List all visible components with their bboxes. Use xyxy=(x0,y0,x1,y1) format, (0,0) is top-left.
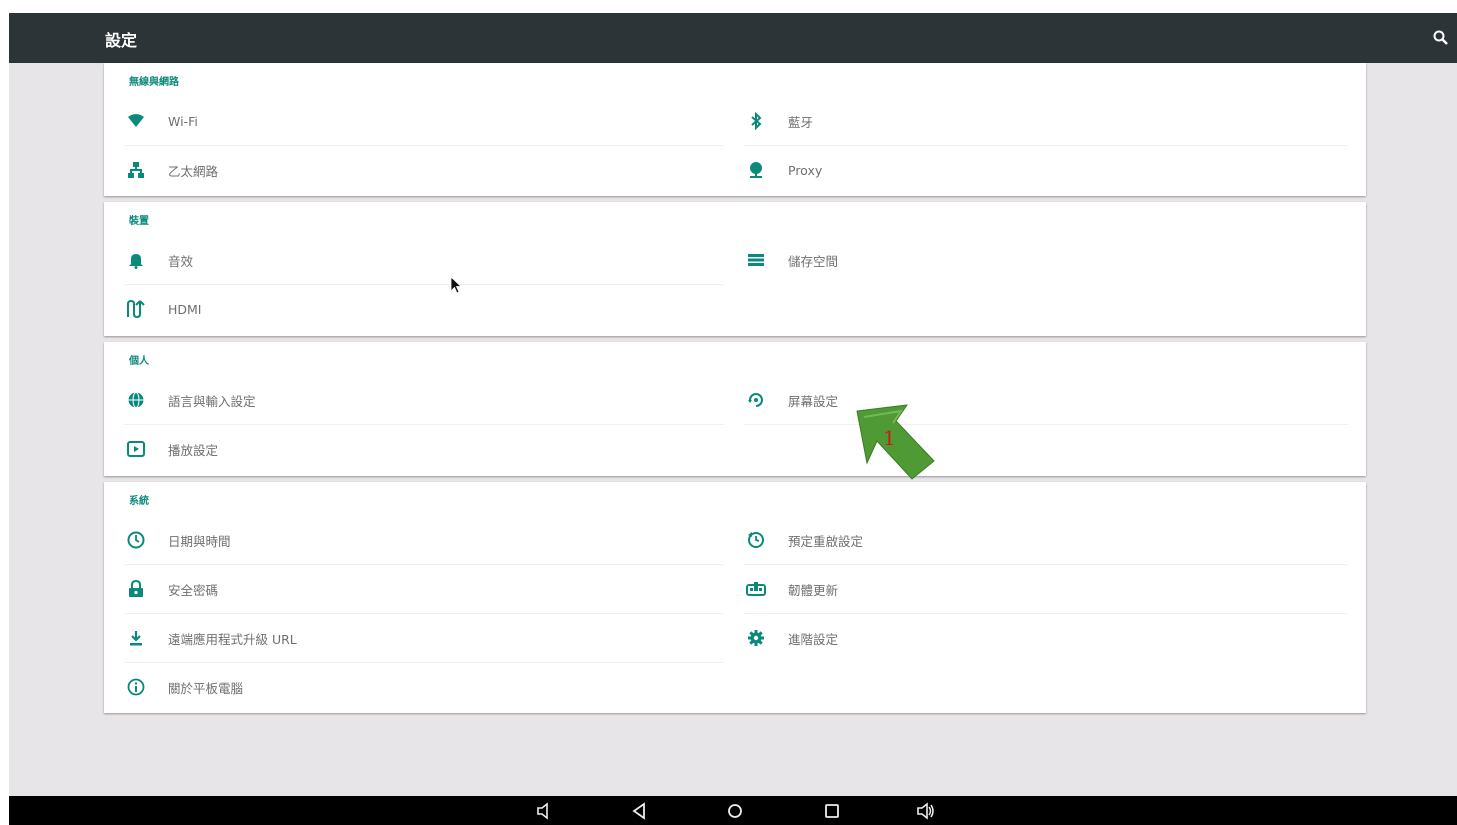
setting-label: 遠端應用程式升級 URL xyxy=(168,631,297,647)
recents-icon[interactable] xyxy=(822,801,842,821)
setting-label: 安全密碼 xyxy=(168,582,219,598)
setting-label: 藍牙 xyxy=(788,114,814,130)
setting-ethernet[interactable]: 乙太網路 xyxy=(104,146,724,194)
setting-label: Proxy xyxy=(788,162,823,178)
hdmi-icon xyxy=(126,299,146,319)
ethernet-icon xyxy=(126,160,146,180)
setting-label: 屏幕設定 xyxy=(788,393,839,409)
clock-icon xyxy=(126,530,146,550)
storage-icon xyxy=(746,250,766,270)
screen-rotate-icon xyxy=(746,390,766,410)
play-icon xyxy=(126,439,146,459)
setting-advanced[interactable]: 進階設定 xyxy=(724,614,1344,662)
section-personal: 個人 語言與輸入設定 屏幕設定 播放設定 xyxy=(104,342,1366,476)
setting-firmware-update[interactable]: 韌體更新 xyxy=(724,565,1344,613)
android-settings-screen: 設定 無線與網路 Wi-Fi 藍牙 乙太網路 Proxy 裝置 音效 儲存空間 … xyxy=(9,13,1457,825)
mouse-pointer xyxy=(450,276,464,300)
setting-language-input[interactable]: 語言與輸入設定 xyxy=(104,376,724,424)
settings-list: 無線與網路 Wi-Fi 藍牙 乙太網路 Proxy 裝置 音效 儲存空間 HDM… xyxy=(104,63,1366,719)
annotation-arrow: 1 xyxy=(849,401,939,485)
proxy-icon xyxy=(746,160,766,180)
setting-scheduled-reboot[interactable]: 預定重啟設定 xyxy=(724,516,1344,564)
lock-icon xyxy=(126,579,146,599)
page-title: 設定 xyxy=(105,31,138,50)
bluetooth-icon xyxy=(746,111,766,131)
section-title: 個人 xyxy=(129,356,149,367)
setting-bluetooth[interactable]: 藍牙 xyxy=(724,97,1344,145)
globe-icon xyxy=(126,390,146,410)
info-icon xyxy=(126,677,146,697)
setting-label: 韌體更新 xyxy=(788,582,839,598)
setting-label: 語言與輸入設定 xyxy=(168,393,256,409)
app-bar: 設定 xyxy=(9,13,1457,63)
setting-label: 儲存空間 xyxy=(788,253,839,269)
volume-down-icon[interactable] xyxy=(535,801,555,821)
setting-sound[interactable]: 音效 xyxy=(104,236,724,284)
setting-label: HDMI xyxy=(168,301,202,317)
setting-label: 進階設定 xyxy=(788,631,839,647)
section-title: 系統 xyxy=(129,496,149,507)
wifi-icon xyxy=(126,111,146,131)
setting-wifi[interactable]: Wi-Fi xyxy=(104,97,724,145)
setting-remote-app-upgrade-url[interactable]: 遠端應用程式升級 URL xyxy=(104,614,724,662)
back-icon[interactable] xyxy=(630,801,650,821)
firmware-update-icon xyxy=(746,579,766,599)
setting-label: 預定重啟設定 xyxy=(788,533,864,549)
setting-date-time[interactable]: 日期與時間 xyxy=(104,516,724,564)
schedule-icon xyxy=(746,530,766,550)
setting-proxy[interactable]: Proxy xyxy=(724,146,1344,194)
setting-label: 日期與時間 xyxy=(168,533,231,549)
setting-label: Wi-Fi xyxy=(168,113,198,129)
setting-about-tablet[interactable]: 關於平板電腦 xyxy=(104,663,724,711)
setting-storage[interactable]: 儲存空間 xyxy=(724,236,1344,284)
section-system: 系統 日期與時間 預定重啟設定 安全密碼 韌體更新 遠端應用程式升級 URL 進… xyxy=(104,482,1366,713)
setting-screen[interactable]: 屏幕設定 xyxy=(724,376,1344,424)
setting-hdmi[interactable]: HDMI xyxy=(104,285,724,333)
setting-label: 播放設定 xyxy=(168,442,219,458)
divider xyxy=(744,424,1348,425)
setting-label: 關於平板電腦 xyxy=(168,680,244,696)
section-title: 裝置 xyxy=(129,216,149,227)
setting-playback[interactable]: 播放設定 xyxy=(104,425,724,473)
home-icon[interactable] xyxy=(725,801,745,821)
section-title: 無線與網路 xyxy=(129,77,179,88)
setting-security-password[interactable]: 安全密碼 xyxy=(104,565,724,613)
setting-label: 乙太網路 xyxy=(168,163,219,179)
system-navigation-bar xyxy=(9,796,1457,825)
gear-icon xyxy=(746,628,766,648)
annotation-number: 1 xyxy=(883,426,896,450)
setting-label: 音效 xyxy=(168,253,194,269)
search-icon[interactable] xyxy=(1431,28,1451,48)
section-device: 裝置 音效 儲存空間 HDMI xyxy=(104,202,1366,336)
volume-up-icon[interactable] xyxy=(916,801,936,821)
bell-icon xyxy=(126,250,146,270)
section-wireless-network: 無線與網路 Wi-Fi 藍牙 乙太網路 Proxy xyxy=(104,63,1366,196)
download-icon xyxy=(126,628,146,648)
